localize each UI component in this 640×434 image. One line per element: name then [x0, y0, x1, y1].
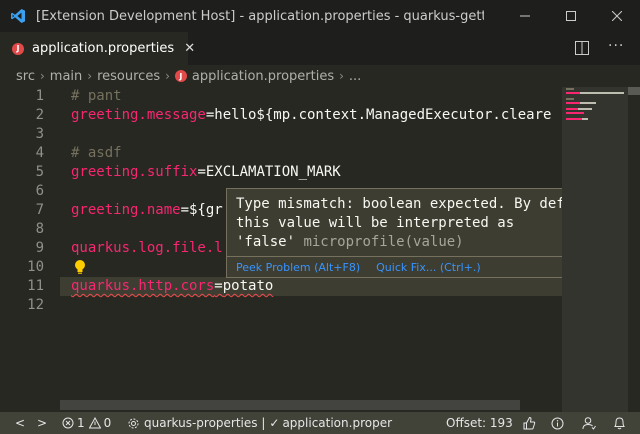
- line-number: 4: [35, 145, 44, 161]
- status-bar: < > 1 0 quarkus-properties | ✓ applicati…: [0, 412, 640, 434]
- hover-message-source: microprofile(value): [303, 234, 464, 250]
- nav-forward-button[interactable]: >: [37, 412, 47, 434]
- property-key: greeting.suffix: [71, 164, 198, 180]
- chevron-right-icon: ›: [39, 69, 45, 83]
- line-number: 5: [35, 164, 44, 180]
- chevron-right-icon: ›: [87, 69, 93, 83]
- maximize-icon[interactable]: [548, 0, 594, 32]
- property-key: greeting.message: [71, 107, 206, 123]
- line-number: 11: [27, 278, 44, 294]
- line-number: 6: [35, 183, 44, 199]
- minimap[interactable]: [562, 87, 640, 412]
- breadcrumb-item-src[interactable]: src: [16, 69, 35, 84]
- chevron-right-icon: ›: [339, 69, 344, 83]
- breadcrumb-item-file[interactable]: application.properties: [192, 69, 334, 84]
- offset-indicator[interactable]: Offset: 193: [446, 412, 513, 434]
- check-icon: ✓: [269, 416, 280, 430]
- feedback-icon[interactable]: [522, 412, 536, 434]
- line-number: 1: [35, 88, 44, 104]
- code-line: # pant: [71, 88, 122, 104]
- chevron-right-icon: ›: [165, 69, 170, 83]
- quick-fix-link[interactable]: Quick Fix... (Ctrl+.): [376, 261, 481, 274]
- property-key-error: quarkus.http.cors: [71, 278, 215, 294]
- line-number: 8: [35, 221, 44, 237]
- property-value: =${gr: [180, 202, 223, 218]
- breadcrumb-item-resources[interactable]: resources: [97, 69, 160, 84]
- accounts-icon[interactable]: [582, 412, 596, 434]
- gear-icon: [128, 418, 139, 428]
- breadcrumb-item-main[interactable]: main: [50, 69, 82, 84]
- property-value: =EXCLAMATION_MARK: [197, 164, 341, 180]
- window-title: [Extension Development Host] - applicati…: [36, 8, 484, 24]
- line-number: 7: [35, 202, 44, 218]
- property-key: greeting.name: [71, 202, 181, 218]
- line-number: 3: [35, 126, 44, 142]
- info-icon[interactable]: [551, 412, 564, 434]
- more-actions-icon[interactable]: ···: [608, 38, 624, 54]
- code-line: # asdf: [71, 145, 122, 161]
- breadcrumb: src › main › resources › J application.p…: [0, 65, 640, 87]
- project-status[interactable]: quarkus-properties | ✓ application.prope…: [127, 412, 392, 434]
- tab-bar: J application.properties ✕ ···: [0, 32, 640, 65]
- minimap-slider[interactable]: [562, 87, 628, 412]
- java-file-icon: J: [174, 70, 187, 82]
- tab-application-properties[interactable]: J application.properties ✕: [0, 32, 195, 65]
- line-number: 9: [35, 240, 44, 256]
- nav-back-button[interactable]: <: [15, 412, 25, 434]
- warning-icon: [88, 417, 101, 429]
- vertical-scrollbar[interactable]: [628, 87, 640, 95]
- hover-message-value: 'false': [236, 234, 296, 250]
- lightbulb-icon[interactable]: [73, 259, 87, 279]
- peek-problem-link[interactable]: Peek Problem (Alt+F8): [236, 261, 360, 274]
- property-value-error: potato: [222, 278, 274, 294]
- equals-sign: =: [214, 278, 223, 294]
- file-status-label: application.proper: [282, 416, 393, 430]
- breadcrumb-item-more[interactable]: ...: [349, 69, 361, 84]
- split-editor-icon[interactable]: [574, 40, 590, 60]
- notifications-bell-icon[interactable]: [613, 412, 626, 434]
- project-label: quarkus-properties |: [144, 416, 266, 430]
- error-count: 1: [77, 416, 85, 430]
- property-key: quarkus.log.file.l: [71, 240, 223, 256]
- line-number: 12: [27, 297, 44, 313]
- line-number: 2: [35, 107, 44, 123]
- property-value: =hello${mp.context.ManagedExecutor.clear…: [205, 107, 552, 123]
- vscode-logo-icon: [0, 0, 36, 32]
- horizontal-scrollbar[interactable]: [60, 400, 520, 410]
- minimize-icon[interactable]: [502, 0, 548, 32]
- java-file-icon: J: [12, 42, 24, 55]
- close-window-icon[interactable]: [594, 0, 640, 32]
- problems-button[interactable]: 1 0: [62, 412, 111, 434]
- line-number: 10: [27, 259, 44, 275]
- tab-label: application.properties: [32, 41, 175, 56]
- warning-count: 0: [103, 416, 112, 430]
- error-icon: [62, 417, 74, 429]
- tab-close-icon[interactable]: ✕: [184, 41, 195, 56]
- title-bar: [Extension Development Host] - applicati…: [0, 0, 640, 32]
